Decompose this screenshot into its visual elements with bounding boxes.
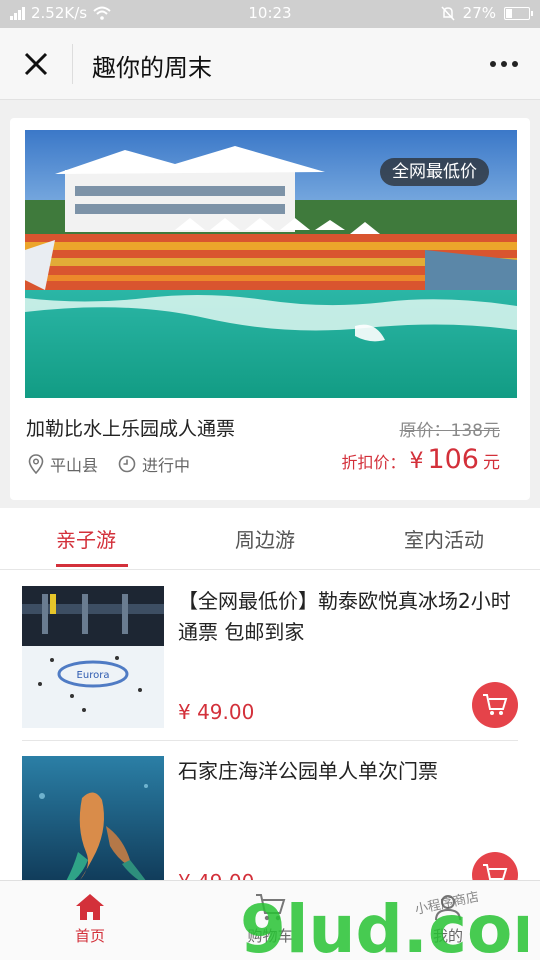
status-bar: 2.52K/s 10:23 27%: [0, 0, 540, 28]
cart-icon: [483, 864, 508, 880]
status-text: 进行中: [142, 456, 191, 475]
svg-text:Eurora: Eurora: [77, 670, 110, 681]
user-icon: [435, 895, 461, 921]
mute-bell-icon: [441, 5, 455, 21]
category-tabs: 亲子游 周边游 室内活动: [0, 508, 540, 570]
price-value: 106: [427, 444, 479, 475]
product-thumbnail[interactable]: Eurora: [22, 586, 164, 728]
featured-title: 加勒比水上乐园成人通票: [26, 418, 236, 440]
close-icon: [24, 52, 48, 76]
nav-mine-label: 我的: [432, 927, 463, 945]
original-price: 原价：138元: [399, 421, 500, 441]
battery-percent: 27%: [462, 4, 496, 22]
product-list: Eurora 【全网最低价】勒泰欧悦真冰场2小时通票 包邮到家 ¥ 49.00: [0, 570, 540, 880]
discount-price-label: 折扣价：: [341, 453, 406, 472]
status-right: 27%: [441, 4, 533, 22]
featured-deal-card[interactable]: 全网最低价 加勒比水上乐园成人通票 原价：138元 平山县 进行中 折扣价： ¥…: [10, 118, 530, 500]
home-icon: [76, 894, 104, 920]
close-button[interactable]: [14, 44, 58, 84]
price-unit: 元: [483, 453, 500, 473]
bottom-nav: 首页 购物车 我的: [0, 880, 540, 960]
lowest-price-badge: 全网最低价: [380, 158, 489, 186]
cart-icon: [256, 894, 286, 921]
more-dot-icon: [501, 61, 507, 67]
location-pin-icon: [28, 454, 44, 474]
page-title: 趣你的周末: [92, 54, 212, 82]
nav-home[interactable]: 首页: [30, 889, 150, 946]
nav-bar: 趣你的周末: [0, 28, 540, 100]
tab-indoor-activities[interactable]: 室内活动: [404, 524, 484, 553]
product-price: ¥ 49.00: [178, 870, 254, 880]
tab-family-trip[interactable]: 亲子游: [56, 524, 116, 553]
more-menu-button[interactable]: [484, 48, 524, 80]
currency-symbol: ¥: [409, 449, 424, 474]
list-item[interactable]: 石家庄海洋公园单人单次门票 ¥ 49.00: [0, 756, 540, 880]
location: 平山县: [28, 452, 98, 476]
battery-icon: [504, 6, 533, 20]
product-name: 【全网最低价】勒泰欧悦真冰场2小时通票 包邮到家: [178, 589, 511, 644]
tab-nearby-trip[interactable]: 周边游: [235, 524, 295, 553]
more-dot-icon: [490, 61, 496, 67]
nav-home-label: 首页: [74, 927, 105, 945]
location-text: 平山县: [50, 456, 99, 475]
list-item[interactable]: Eurora 【全网最低价】勒泰欧悦真冰场2小时通票 包邮到家 ¥ 49.00: [0, 586, 540, 756]
active-tab-indicator: [56, 564, 128, 567]
cart-icon: [483, 694, 508, 715]
product-price: ¥ 49.00: [178, 700, 255, 724]
featured-image[interactable]: 全网最低价: [25, 130, 517, 398]
more-dot-icon: [512, 61, 518, 67]
product-name: 石家庄海洋公园单人单次门票: [178, 759, 438, 783]
list-divider: [22, 740, 518, 741]
add-to-cart-button[interactable]: [472, 682, 518, 728]
discount-price: 折扣价： ¥ 106 元: [341, 444, 500, 475]
add-to-cart-button[interactable]: [472, 852, 518, 880]
nav-cart-label: 购物车: [247, 927, 293, 945]
product-thumbnail[interactable]: [22, 756, 164, 880]
nav-cart[interactable]: 购物车: [210, 889, 330, 946]
nav-divider: [72, 44, 73, 84]
clock-icon: [118, 455, 136, 473]
deal-status: 进行中: [118, 452, 190, 476]
nav-mine[interactable]: 我的: [388, 889, 508, 946]
